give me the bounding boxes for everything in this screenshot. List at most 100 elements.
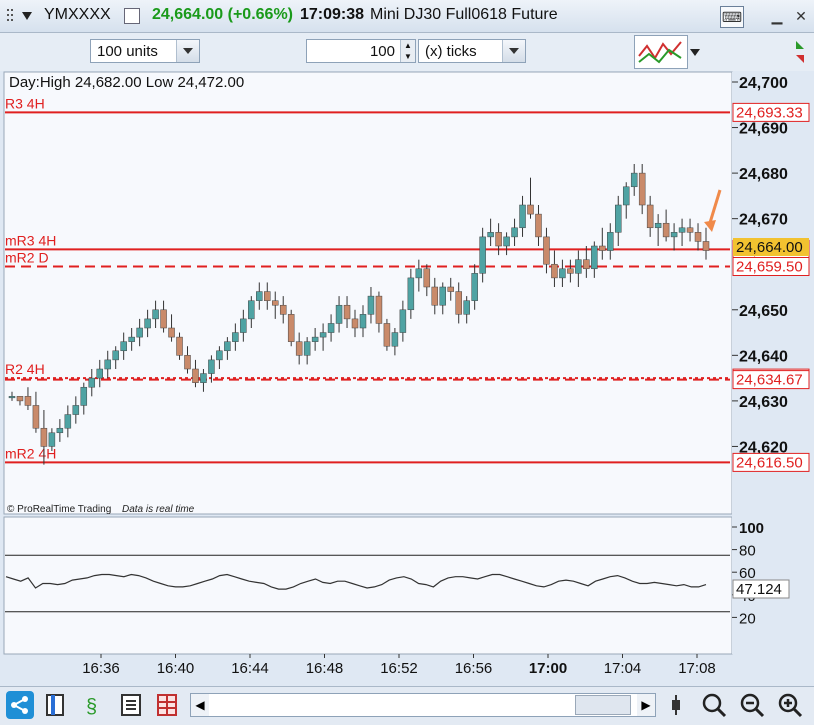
price-tick-label: 24,680 [739, 166, 788, 183]
candle-body [279, 304, 287, 315]
candle-body [311, 336, 319, 342]
candle-body [391, 332, 399, 347]
price-tick-label: 24,640 [739, 348, 788, 365]
realtime-note: Data is real time [122, 504, 195, 515]
level-name: mR3 4H [5, 232, 56, 248]
candle-body [575, 259, 582, 274]
zoom-out-icon[interactable] [738, 691, 766, 719]
level-price-label: 24,659.50 [736, 259, 803, 276]
price-panel [3, 71, 733, 515]
candle-body [271, 300, 279, 306]
candle-body [16, 396, 24, 402]
candle-body [567, 268, 574, 274]
scroll-thumb[interactable] [575, 695, 631, 715]
horizontal-scrollbar[interactable]: ◀ ▶ [190, 693, 656, 717]
candle-body [599, 245, 606, 251]
candle-body [104, 359, 111, 370]
candle-body [295, 341, 303, 356]
candle-body [399, 309, 407, 333]
candle-body [64, 414, 72, 429]
candle-body [303, 341, 311, 356]
time-tick-label: 16:40 [157, 660, 195, 677]
time-tick-label: 17:00 [529, 660, 567, 677]
candle-body [622, 186, 630, 206]
indicator-panel [3, 516, 733, 655]
candle-body [176, 336, 183, 356]
current-price-label: 24,664.00 [736, 239, 803, 256]
candle-body [248, 300, 255, 320]
level-name: mR2 4H [5, 445, 56, 461]
time-axis-ticks: 16:36 16:40 16:44 16:48 16:52 16:56 17:00 17:04… [82, 654, 716, 677]
candle-body [8, 396, 16, 399]
price-tick-label: 24,670 [739, 212, 788, 229]
candle-body [694, 232, 702, 242]
scroll-right-button[interactable]: ▶ [637, 694, 655, 716]
candle-body [630, 172, 638, 188]
time-tick-label: 17:04 [604, 660, 642, 677]
candle-body [702, 241, 710, 251]
candle-body [80, 386, 88, 406]
day-high-low-label: Day:High 24,682.00 Low 24,472.00 [9, 74, 244, 91]
zoom-fit-icon[interactable] [700, 691, 728, 719]
candle-body [487, 232, 494, 238]
candle-body [319, 332, 327, 338]
price-tick-label: 24,700 [739, 75, 788, 92]
candle-body [335, 304, 343, 324]
candle-body [192, 368, 199, 383]
candle-body [503, 236, 510, 247]
candle-body [519, 204, 526, 229]
candle-body [120, 341, 127, 352]
candle-body [343, 304, 351, 320]
candle-body [559, 268, 566, 279]
candle-body [128, 336, 135, 342]
bottom-toolbar: § ◀ ▶ [0, 686, 814, 725]
candle-body [431, 286, 439, 306]
candle-body [511, 227, 518, 238]
candle-body [32, 405, 40, 429]
candle-body [527, 204, 534, 215]
table-icon[interactable] [154, 691, 182, 719]
candle-body [591, 245, 598, 270]
candle-body [160, 309, 167, 329]
indicator-tick-label: 20 [739, 610, 756, 627]
candle-body [72, 405, 80, 415]
zoom-in-icon[interactable] [776, 691, 804, 719]
candle-body [471, 273, 478, 301]
candle-body [662, 222, 670, 238]
candle-body [423, 268, 431, 288]
candle-body [407, 277, 415, 311]
price-tick-label: 24,690 [739, 121, 788, 138]
time-tick-label: 16:56 [455, 660, 493, 677]
candle-body [112, 350, 119, 361]
candle-body [287, 314, 295, 342]
candle-body [383, 323, 391, 347]
candle-body [415, 268, 423, 279]
candle-body [615, 204, 622, 233]
scroll-left-button[interactable]: ◀ [191, 694, 209, 716]
candle-body [56, 427, 64, 434]
candle-body [447, 286, 454, 292]
share-icon[interactable] [6, 691, 34, 719]
indicator-icon[interactable]: § [82, 691, 110, 719]
candle-body [543, 236, 550, 265]
time-tick-label: 16:44 [231, 660, 269, 677]
copyright-label: © ProRealTime Trading [7, 504, 111, 515]
level-price-label: 24,693.33 [736, 104, 803, 121]
time-tick-label: 16:36 [82, 660, 120, 677]
candle-body [439, 286, 447, 306]
level-price-label: 24,616.50 [736, 454, 803, 471]
candle-pin-icon[interactable] [662, 691, 690, 719]
chart-canvas[interactable]: 24,700 24,690 24,680 24,670 24,650 24,640 24,6… [0, 0, 814, 686]
candle-body [495, 232, 502, 247]
level-price-label: 24,634.67 [736, 372, 803, 389]
candle-body [678, 227, 686, 233]
candle-body [638, 172, 646, 206]
layout-icon[interactable] [42, 691, 70, 719]
candle-body [256, 291, 263, 301]
candle-body [670, 232, 678, 238]
candle-body [264, 291, 271, 301]
candle-body [551, 263, 558, 279]
price-tick-label: 24,650 [739, 303, 788, 320]
candle-body [351, 318, 359, 329]
list-icon[interactable] [118, 691, 146, 719]
